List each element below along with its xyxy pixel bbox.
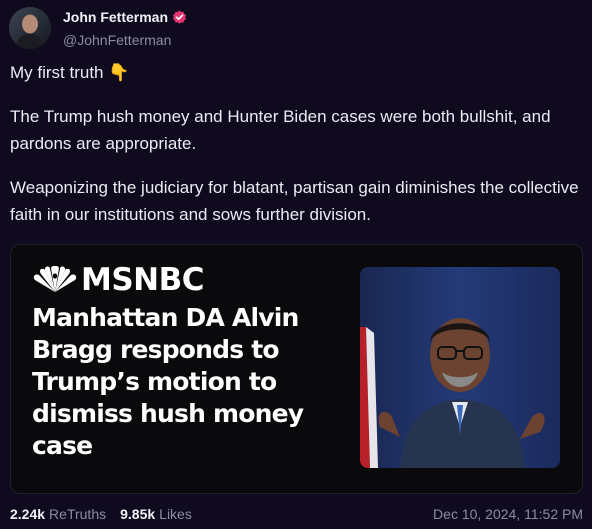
likes-stat[interactable]: 9.85k Likes	[120, 506, 192, 522]
retruths-label: ReTruths	[49, 506, 107, 522]
card-brand: MSNBC	[33, 262, 205, 298]
avatar[interactable]	[9, 7, 51, 49]
truth-post: John Fetterman @JohnFetterman My first t…	[0, 0, 592, 529]
post-footer: 2.24k ReTruths 9.85k Likes Dec 10, 2024, 1…	[10, 506, 583, 522]
card-brand-name: MSNBC	[81, 262, 205, 298]
card-headline: Manhattan DA Alvin Bragg responds to Tru…	[32, 303, 304, 460]
verified-badge-icon	[172, 9, 187, 25]
author-display-name[interactable]: John Fetterman	[63, 9, 168, 25]
peacock-logo-icon	[33, 266, 77, 292]
avatar-image	[9, 7, 51, 49]
author-handle[interactable]: @JohnFetterman	[63, 32, 171, 48]
retruths-count: 2.24k	[10, 506, 46, 522]
retruths-stat[interactable]: 2.24k ReTruths	[10, 506, 106, 522]
post-paragraph: The Trump hush money and Hunter Biden ca…	[10, 107, 551, 153]
link-preview-card[interactable]: MSNBC Manhattan DA Alvin Bragg responds …	[10, 244, 583, 494]
post-paragraph: My first truth 👇	[10, 63, 130, 82]
likes-count: 9.85k	[120, 506, 156, 522]
likes-label: Likes	[159, 506, 192, 522]
card-thumbnail-image	[360, 267, 560, 468]
post-paragraph: Weaponizing the judiciary for blatant, p…	[10, 178, 579, 224]
author-name-row: John Fetterman	[63, 9, 187, 25]
post-timestamp[interactable]: Dec 10, 2024, 11:52 PM	[433, 506, 583, 522]
